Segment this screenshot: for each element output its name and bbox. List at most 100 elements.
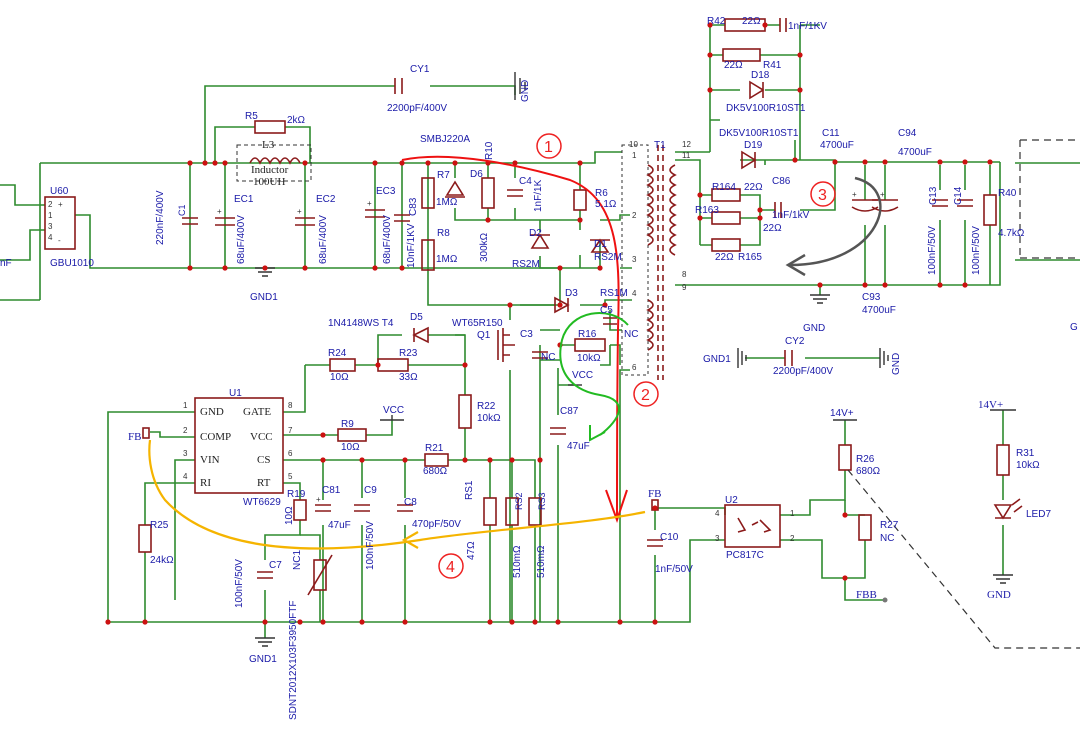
label-r8-value: 1MΩ bbox=[436, 254, 458, 265]
label-rs1-value: 47Ω bbox=[466, 541, 477, 560]
label-d3: D3 bbox=[565, 288, 578, 299]
svg-text:3: 3 bbox=[48, 222, 53, 231]
svg-text:4: 4 bbox=[183, 472, 188, 481]
label-fb-right: FB bbox=[648, 488, 661, 500]
u1-pin-gate: GATE bbox=[243, 406, 271, 418]
label-c7-value: 100nF/50V bbox=[234, 559, 245, 608]
label-cy2-value: 2200pF/400V bbox=[773, 366, 833, 377]
label-r42-value: 22Ω bbox=[742, 16, 761, 27]
label-r9-value: 10Ω bbox=[341, 442, 360, 453]
label-gnd1-b: GND1 bbox=[249, 654, 277, 665]
label-l3-value: 100UH bbox=[253, 176, 285, 188]
svg-text:2: 2 bbox=[790, 534, 795, 543]
label-gnd-top: GND bbox=[520, 80, 531, 102]
label-ec2-value: 68uF/400V bbox=[318, 215, 329, 264]
yellow-current-path bbox=[148, 439, 646, 550]
label-r164: R164 bbox=[712, 182, 736, 193]
u1-pin-ri: RI bbox=[200, 477, 211, 489]
label-c13: C13 bbox=[928, 186, 939, 205]
label-d5-value: 1N4148WS T4 bbox=[328, 318, 394, 329]
label-r9: R9 bbox=[341, 419, 354, 430]
label-c5-value: NC bbox=[624, 329, 638, 340]
label-r165-value: 22Ω bbox=[715, 252, 734, 263]
label-r7-value: 1MΩ bbox=[436, 197, 458, 208]
label-cy1: CY1 bbox=[410, 64, 430, 75]
label-r22-value: 10kΩ bbox=[477, 413, 501, 424]
svg-text:+: + bbox=[58, 200, 63, 209]
label-r21: R21 bbox=[425, 443, 444, 454]
u1-pin-rt: RT bbox=[257, 477, 271, 489]
label-r31-value: 10kΩ bbox=[1016, 460, 1040, 471]
label-fb-left: FB bbox=[128, 431, 141, 443]
label-c-top-value: 1nF/1KV bbox=[788, 21, 827, 32]
svg-text:12: 12 bbox=[682, 140, 691, 149]
svg-text:2: 2 bbox=[48, 200, 53, 209]
label-c8-value: 470pF/50V bbox=[412, 519, 461, 530]
marker-4: 4 bbox=[446, 559, 455, 576]
label-gnd-mid: GND bbox=[803, 323, 825, 334]
label-c94: C94 bbox=[898, 128, 917, 139]
label-c5: C5 bbox=[600, 305, 613, 316]
marker-1: 1 bbox=[544, 139, 553, 156]
svg-text:10: 10 bbox=[629, 140, 638, 149]
svg-text:7: 7 bbox=[288, 426, 293, 435]
label-c9: C9 bbox=[364, 485, 377, 496]
label-r19-value: 10Ω bbox=[284, 506, 295, 525]
label-fbb: FBB bbox=[856, 589, 877, 601]
svg-text:+: + bbox=[852, 190, 857, 199]
svg-text:3: 3 bbox=[715, 534, 720, 543]
label-ec2: EC2 bbox=[316, 194, 336, 205]
label-r165: R165 bbox=[738, 252, 762, 263]
annotation-arrows bbox=[148, 133, 882, 579]
label-c10-value: 1nF/50V bbox=[655, 564, 693, 575]
svg-text:+: + bbox=[880, 190, 885, 199]
label-r19: R19 bbox=[287, 489, 306, 500]
label-u1: U1 bbox=[229, 388, 242, 399]
label-c87: C87 bbox=[560, 406, 579, 417]
label-c81-value: 47uF bbox=[328, 520, 351, 531]
label-r7: R7 bbox=[437, 170, 450, 181]
svg-text:4: 4 bbox=[632, 289, 637, 298]
label-gnd-led: GND bbox=[987, 589, 1011, 601]
label-r22: R22 bbox=[477, 401, 496, 412]
label-14v-b: 14V+ bbox=[978, 399, 1003, 411]
label-r16-value: 10kΩ bbox=[577, 353, 601, 364]
label-cy1-value: 2200pF/400V bbox=[387, 103, 447, 114]
svg-text:4: 4 bbox=[48, 233, 53, 242]
svg-text:8: 8 bbox=[682, 270, 687, 279]
u1-pin-cs: CS bbox=[257, 454, 270, 466]
label-r164-value: 22Ω bbox=[744, 182, 763, 193]
label-c8: C8 bbox=[404, 497, 417, 508]
label-r23-value: 33Ω bbox=[399, 372, 418, 383]
u1-pin-comp: COMP bbox=[200, 431, 231, 443]
label-vcc-mid: VCC bbox=[383, 405, 404, 416]
label-r10: R10 bbox=[484, 141, 495, 160]
label-c94-value: 4700uF bbox=[898, 147, 932, 158]
label-c86: C86 bbox=[772, 176, 791, 187]
label-c93-value: 4700uF bbox=[862, 305, 896, 316]
label-gnd1-a: GND1 bbox=[250, 292, 278, 303]
label-c86-value: 1nF/1kV bbox=[772, 210, 810, 221]
text-labels: 1 2 3 4 U60 GBU1010 nF CY1 2200pF/400V G… bbox=[0, 16, 1078, 720]
svg-text:11: 11 bbox=[682, 151, 691, 160]
label-rs3-value: 510mΩ bbox=[536, 545, 547, 578]
label-c14-value: 100nF/50V bbox=[971, 226, 982, 275]
marker-3: 3 bbox=[818, 187, 827, 204]
svg-text:+: + bbox=[217, 207, 222, 216]
label-c13-value: 100nF/50V bbox=[927, 226, 938, 275]
svg-text:8: 8 bbox=[288, 401, 293, 410]
label-r42: R42 bbox=[707, 16, 726, 27]
label-d18: D18 bbox=[751, 70, 770, 81]
label-d1: D1 bbox=[594, 239, 607, 250]
label-r25-value: 24kΩ bbox=[150, 555, 174, 566]
label-ec3-value: 68uF/400V bbox=[382, 215, 393, 264]
svg-text:6: 6 bbox=[632, 363, 637, 372]
svg-text:2: 2 bbox=[632, 211, 637, 220]
label-c1-value: 220nF/400V bbox=[155, 190, 166, 245]
svg-text:-: - bbox=[58, 236, 61, 245]
label-u60: U60 bbox=[50, 186, 69, 197]
u1-pin-gnd: GND bbox=[200, 406, 224, 418]
label-r163-value: 22Ω bbox=[763, 223, 782, 234]
label-r24: R24 bbox=[328, 348, 347, 359]
svg-text:1: 1 bbox=[183, 401, 188, 410]
